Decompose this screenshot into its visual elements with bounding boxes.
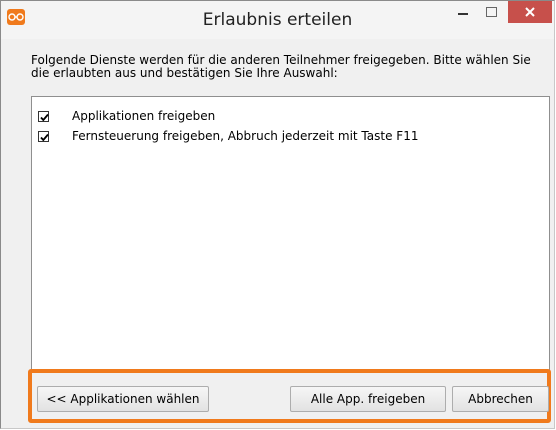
minimize-button[interactable] (450, 3, 476, 23)
instruction-text: Folgende Dienste werden für die anderen … (31, 53, 531, 80)
checkbox-remote-control[interactable] (38, 130, 49, 142)
services-list[interactable]: Applikationen freigeben Fernsteuerung fr… (31, 96, 550, 371)
close-button[interactable] (508, 1, 552, 23)
dialog-window: Erlaubnis erteilen Folgende Dienste werd… (0, 0, 555, 429)
list-item-share-applications[interactable]: Applikationen freigeben (38, 108, 215, 124)
choose-applications-button[interactable]: << Applikationen wählen (37, 386, 209, 412)
item-label: Applikationen freigeben (72, 109, 216, 123)
title-bar[interactable]: Erlaubnis erteilen (1, 1, 554, 39)
close-icon (525, 7, 535, 17)
share-all-apps-button[interactable]: Alle App. freigeben (290, 386, 446, 412)
checkmark-icon (40, 133, 49, 141)
checkbox-share-applications[interactable] (38, 110, 49, 122)
cancel-button[interactable]: Abbrechen (452, 386, 549, 412)
item-label: Fernsteuerung freigeben, Abbruch jederze… (72, 129, 419, 143)
maximize-button[interactable] (478, 3, 504, 23)
checkmark-icon (40, 113, 49, 121)
list-item-remote-control[interactable]: Fernsteuerung freigeben, Abbruch jederze… (38, 128, 418, 144)
